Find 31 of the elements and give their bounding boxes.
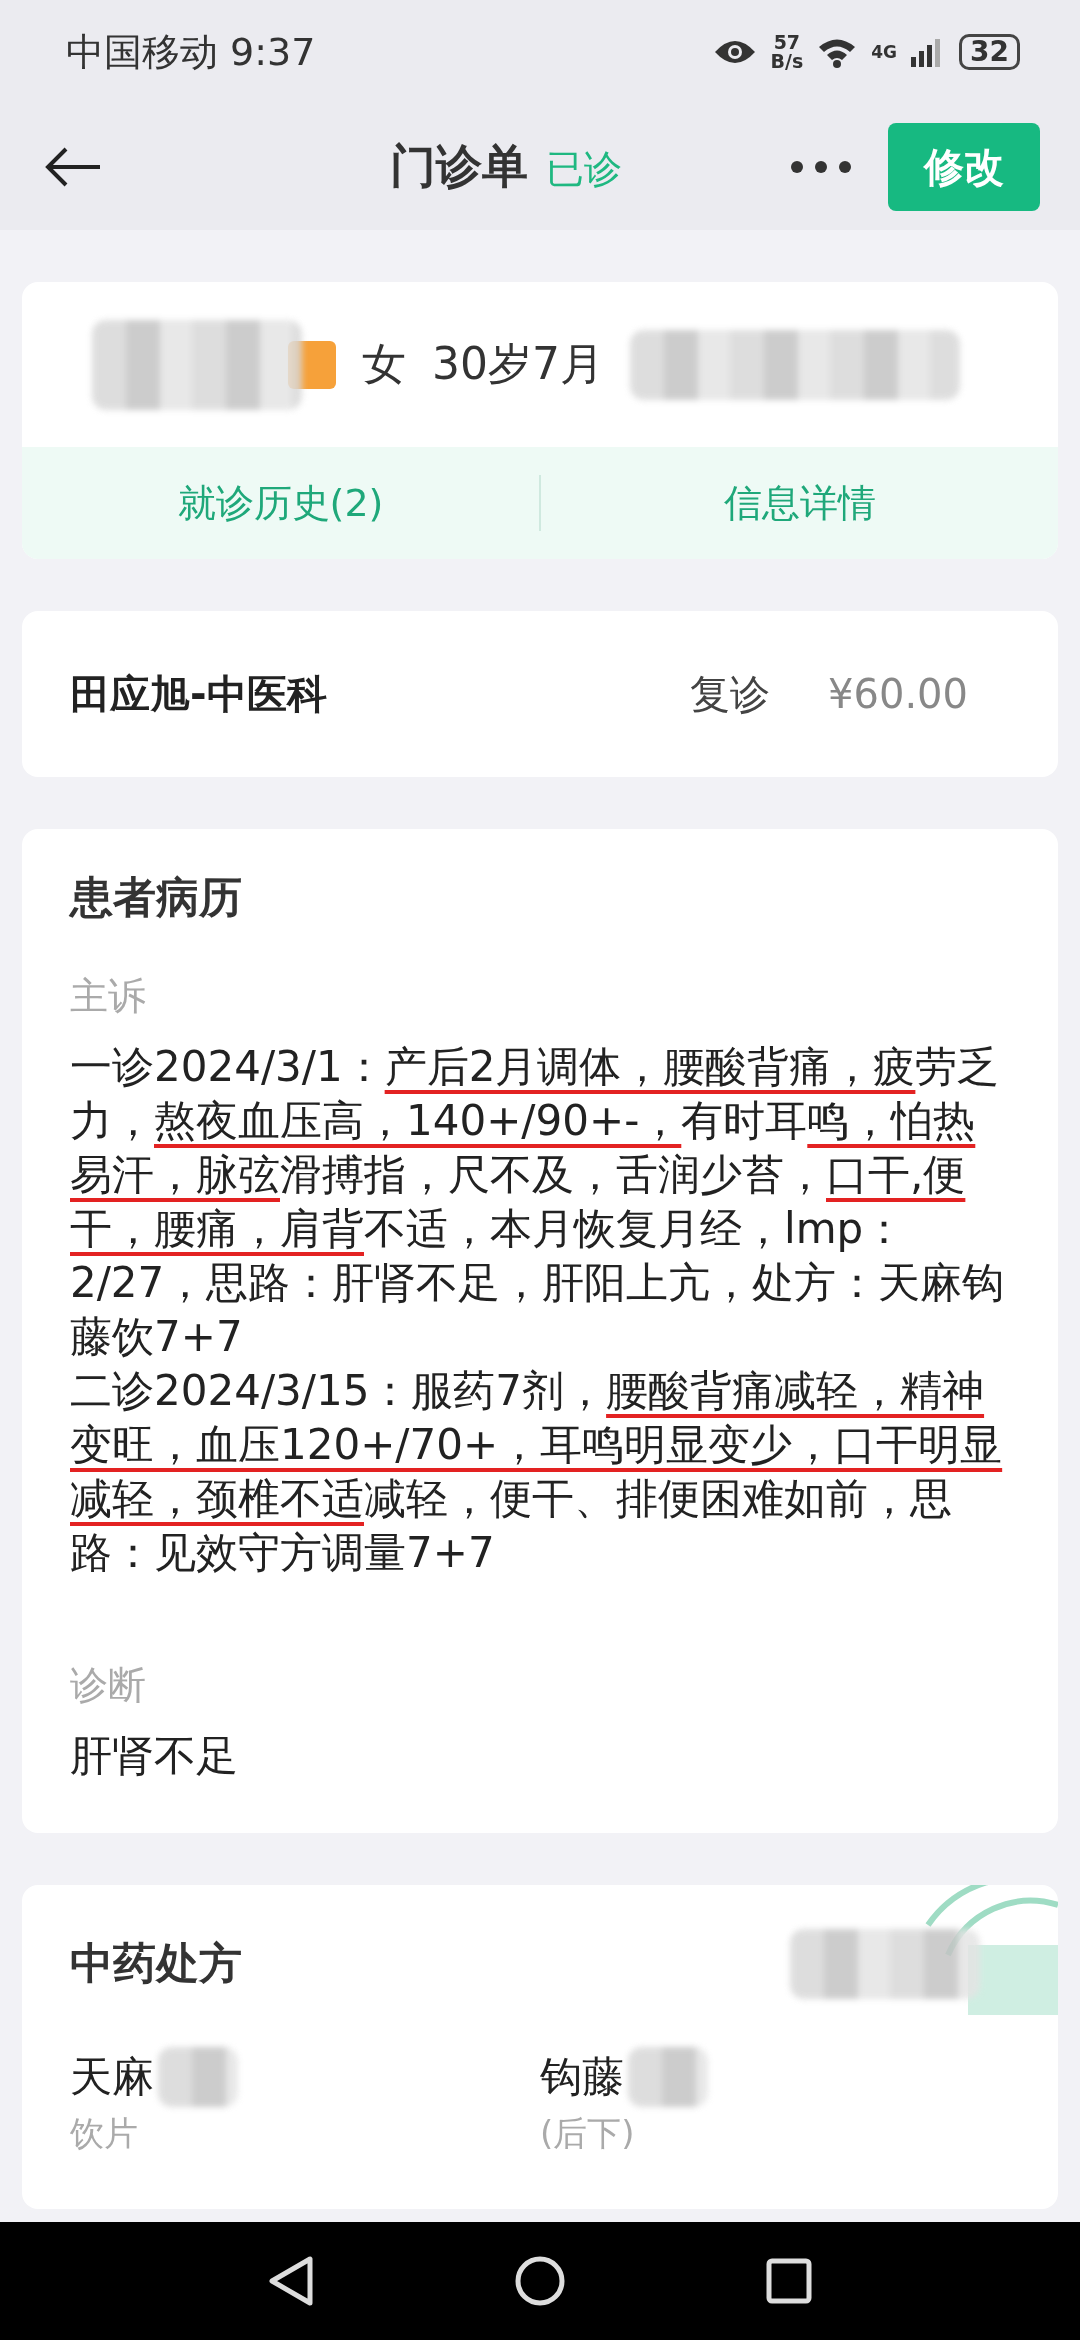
back-nav-icon[interactable]: [268, 2255, 314, 2307]
herb-note: 饮片: [70, 2112, 139, 2155]
page-title: 门诊单: [390, 138, 528, 195]
section-title: 患者病历: [70, 871, 243, 924]
back-icon[interactable]: [44, 147, 102, 187]
visit-fee: ¥60.00: [828, 671, 968, 717]
edit-button[interactable]: 修改: [888, 123, 1040, 211]
record-text: 一诊2024/3/1：产后2月调体，腰酸背痛，疲劳乏力，熬夜血压高，140+/90+-，有时耳鸣，怕热易汗，脉弦滑搏指，尺不及，舌润少苔，口干,便干，腰痛，肩背不适，本月恢复月经，lmp：2/27，思路：肝肾不足，肝阳上亢，处方：天麻钩藤饮7+7: [70, 1041, 1006, 1363]
patient-age: 30岁7月: [432, 337, 604, 391]
record-text: 肝肾不足: [70, 1730, 239, 1782]
more-icon[interactable]: [790, 160, 852, 174]
field-label: 诊断: [70, 1662, 147, 1709]
recents-nav-icon[interactable]: [766, 2258, 812, 2304]
home-nav-icon[interactable]: [514, 2255, 566, 2307]
doctor-department: 田应旭-中医科: [70, 669, 328, 719]
herb-name: 钩藤: [540, 2051, 624, 2103]
section-title: 中药处方: [70, 1937, 242, 1990]
visit-type: 复诊: [690, 669, 771, 719]
status-label: 已诊: [546, 146, 622, 193]
herb-name: 天麻: [70, 2051, 154, 2103]
field-label: 主诉: [70, 973, 147, 1020]
vip-badge-icon: [288, 340, 336, 389]
herb-note: (后下): [540, 2112, 636, 2155]
tab-link[interactable]: 信息详情: [541, 476, 1058, 530]
network-type: 4G: [871, 42, 898, 62]
battery-indicator: 32: [959, 34, 1020, 70]
record-text: 二诊2024/3/15：服药7剂，腰酸背痛减轻，精神变旺，血压120+/70+，耳鸣明显变少，口干明显减轻，颈椎不适减轻，便干、排便困难如前，思路：见效守方调量7+7: [70, 1365, 1004, 1579]
tab-link[interactable]: 就诊历史(2): [22, 476, 539, 530]
patient-gender: 女: [362, 337, 406, 391]
network-speed: 57 B/s: [770, 33, 804, 71]
carrier-time: 中国移动 9:37: [66, 28, 316, 76]
